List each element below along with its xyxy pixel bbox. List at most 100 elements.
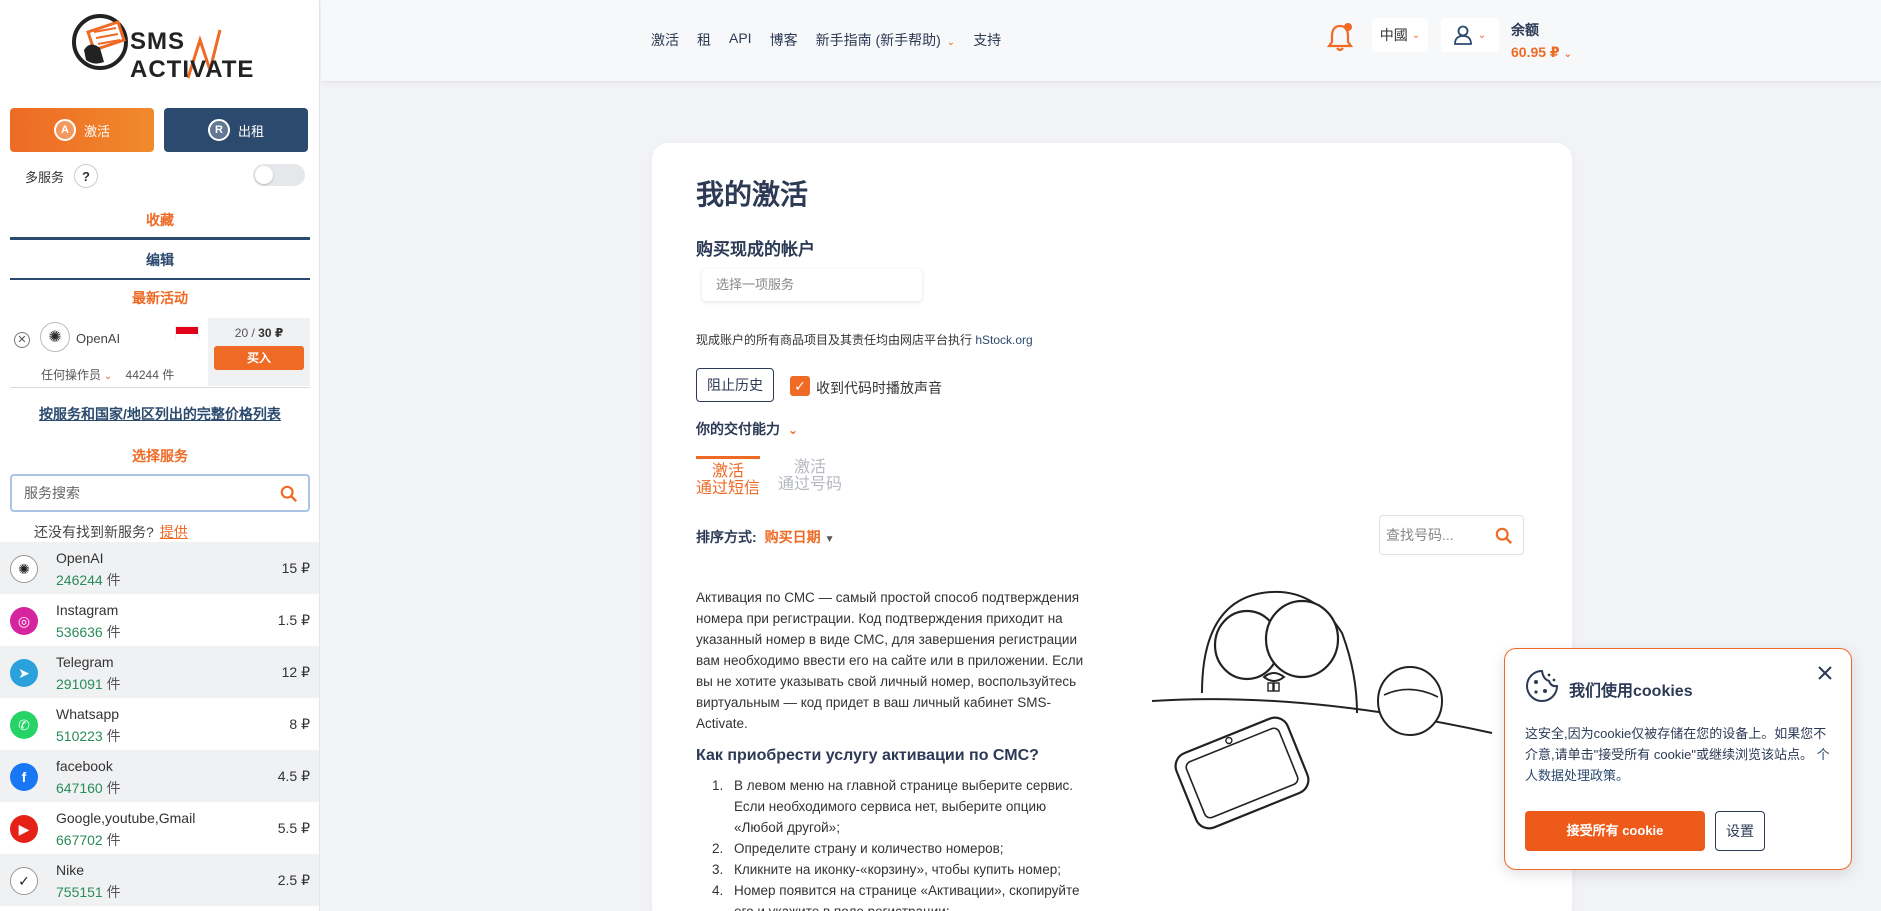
service-row[interactable]: ◎ Instagram 536636 件 1.5 ₽ <box>0 594 319 646</box>
service-count: 755151 件 <box>56 882 121 902</box>
nike-icon: ✓ <box>10 867 38 895</box>
operator-select[interactable]: 任何操作员 ⌄ 44244 件 <box>41 366 174 383</box>
cookie-settings-button[interactable]: 设置 <box>1715 811 1765 851</box>
choose-service-title: 选择服务 <box>132 448 188 464</box>
recent-price: 20 / 30 ₽ <box>208 326 310 340</box>
full-price-list-link[interactable]: 按服务和国家/地区列出的完整价格列表 <box>10 404 310 424</box>
number-search <box>1379 515 1524 555</box>
recent-price-max: 30 ₽ <box>258 326 284 340</box>
delivery-toggle[interactable]: 你的交付能力 ⌄ <box>696 419 798 439</box>
activations-card: 我的激活 购买现成的帐户 选择一项服务 现成账户的所有商品项目及其责任均由网店平… <box>652 143 1572 911</box>
number-search-input[interactable] <box>1386 525 1486 545</box>
nav-item-2[interactable]: API <box>729 30 752 50</box>
service-row[interactable]: ▶ Google,youtube,Gmail 667702 件 5.5 ₽ <box>0 802 319 854</box>
operator-label: 任何操作员 <box>41 368 102 382</box>
close-icon[interactable] <box>1815 663 1835 683</box>
notification-bell-icon[interactable] <box>1326 22 1354 52</box>
service-name: Nike <box>56 862 85 878</box>
chevron-down-icon: ⌄ <box>101 371 113 382</box>
search-icon[interactable] <box>280 485 298 503</box>
sort-label: 排序方式: <box>696 529 757 545</box>
search-icon[interactable] <box>1495 527 1513 545</box>
multi-service-toggle[interactable] <box>253 164 305 186</box>
whatsapp-icon: ✆ <box>10 711 38 739</box>
help-icon[interactable]: ? <box>74 164 99 188</box>
service-count: 647160 件 <box>56 778 121 798</box>
suggest-service-link[interactable]: 提供 <box>160 524 188 540</box>
service-name: OpenAI <box>56 550 104 566</box>
telegram-icon: ➤ <box>10 659 38 687</box>
service-name: Instagram <box>56 602 119 618</box>
buy-button[interactable]: 买入 <box>214 346 304 370</box>
select-service-dropdown[interactable]: 选择一项服务 <box>702 269 922 301</box>
howto-steps: 1. В левом меню на главной странице выбер… <box>696 775 1096 911</box>
nav-item-5[interactable]: 支持 <box>973 30 1001 50</box>
service-count-value: 536636 <box>56 624 103 640</box>
service-row[interactable]: ➤ Telegram 291091 件 12 ₽ <box>0 646 319 698</box>
tab-activation-number[interactable]: 激活 通过号码 <box>778 459 842 493</box>
chevron-down-icon: ⌄ <box>1563 49 1572 60</box>
activate-mode-button[interactable]: A 激活 <box>10 108 154 152</box>
nav-item-label: 支持 <box>973 32 1002 48</box>
service-search <box>10 474 310 512</box>
delivery-label: 你的交付能力 <box>696 421 780 437</box>
service-count-unit: 件 <box>106 780 121 796</box>
tab-favorites[interactable]: 收藏 <box>10 210 310 240</box>
nav-item-3[interactable]: 博客 <box>770 30 798 50</box>
service-price: 1.5 ₽ <box>277 612 310 628</box>
sound-checkbox-label[interactable]: 收到代码时播放声音 <box>816 378 942 398</box>
service-row[interactable]: ✓ Nike 755151 件 2.5 ₽ <box>0 854 319 906</box>
tab-activation-sms[interactable]: 激活 通过短信 <box>696 456 760 497</box>
step-text: Кликните на иконку-«корзину», чтобы купи… <box>734 862 1061 877</box>
nav-item-label: 激活 <box>651 32 679 48</box>
howto-step: 3. Кликните на иконку-«корзину», чтобы ку… <box>696 859 1096 880</box>
nav-item-4[interactable]: 新手指南 (新手帮助) ⌄ <box>816 30 956 50</box>
sms-activate-logo[interactable]: SMS ACTIVATE <box>70 10 253 88</box>
service-count-value: 647160 <box>56 780 103 796</box>
caret-down-icon[interactable]: ▼ <box>825 534 835 545</box>
hstock-note: 现成账户的所有商品项目及其责任均由网店平台执行 hStock.org <box>696 331 1033 348</box>
service-count-value: 755151 <box>56 884 103 900</box>
nav-item-1[interactable]: 租 <box>697 30 711 50</box>
service-row[interactable]: ✺ OpenAI 246244 件 15 ₽ <box>0 542 319 594</box>
not-found-text: 还没有找到新服务? <box>34 524 154 540</box>
step-number: 4. <box>712 883 724 898</box>
service-count: 510223 件 <box>56 726 121 746</box>
user-menu[interactable]: ⌄ <box>1441 18 1499 52</box>
recent-service-name: OpenAI <box>76 331 121 346</box>
language-select[interactable]: 中國 ⌄ <box>1372 18 1428 52</box>
step-text: Определите страну и количество номеров; <box>734 841 1004 856</box>
service-count-unit: 件 <box>106 624 121 640</box>
activate-icon: A <box>53 119 76 141</box>
service-row[interactable]: f facebook 647160 件 4.5 ₽ <box>0 750 319 802</box>
service-price: 12 ₽ <box>281 664 310 680</box>
service-count-value: 667702 <box>56 832 103 848</box>
instagram-icon: ◎ <box>10 607 38 635</box>
howto-step: 2. Определите страну и количество номеров… <box>696 838 1096 859</box>
tab-sms-line2: 通过短信 <box>696 480 761 497</box>
tab-number-line2: 通过号码 <box>778 476 843 493</box>
sound-checkbox[interactable]: ✓ <box>790 376 810 396</box>
nav-item-label: 新手指南 (新手帮助) <box>815 32 941 48</box>
rent-mode-button[interactable]: R 出租 <box>164 108 308 152</box>
rent-mode-label: 出租 <box>237 123 264 139</box>
page-title: 我的激活 <box>696 179 809 210</box>
sort-value[interactable]: 购买日期 <box>765 529 821 545</box>
balance[interactable]: 余额 60.95 ₽ ⌄ <box>1511 20 1572 61</box>
service-row[interactable]: ✆ Whatsapp 510223 件 8 ₽ <box>0 698 319 750</box>
service-search-input[interactable] <box>24 482 264 504</box>
logo-text-activate: ACTIVATE <box>130 56 255 83</box>
hstock-link[interactable]: hStock.org <box>975 333 1032 347</box>
ready-accounts-title: 购买现成的帐户 <box>696 240 815 259</box>
tab-edit[interactable]: 编辑 <box>10 250 310 280</box>
cookie-icon <box>1526 669 1559 702</box>
nav-item-0[interactable]: 激活 <box>651 30 679 50</box>
recent-activity-item: ✕ ✺ OpenAI 任何操作员 ⌄ 44244 件 20 / 30 ₽ 买入 <box>10 318 310 388</box>
accept-cookies-button[interactable]: 接受所有 cookie <box>1525 811 1705 851</box>
chevron-down-icon: ⌄ <box>1477 29 1487 41</box>
recent-price-box: 20 / 30 ₽ 买入 <box>208 318 310 386</box>
remove-recent-icon[interactable]: ✕ <box>14 332 30 348</box>
block-history-button[interactable]: 阻止历史 <box>696 368 774 402</box>
service-count: 246244 件 <box>56 570 121 590</box>
multi-service-label: 多服务 <box>25 169 65 185</box>
